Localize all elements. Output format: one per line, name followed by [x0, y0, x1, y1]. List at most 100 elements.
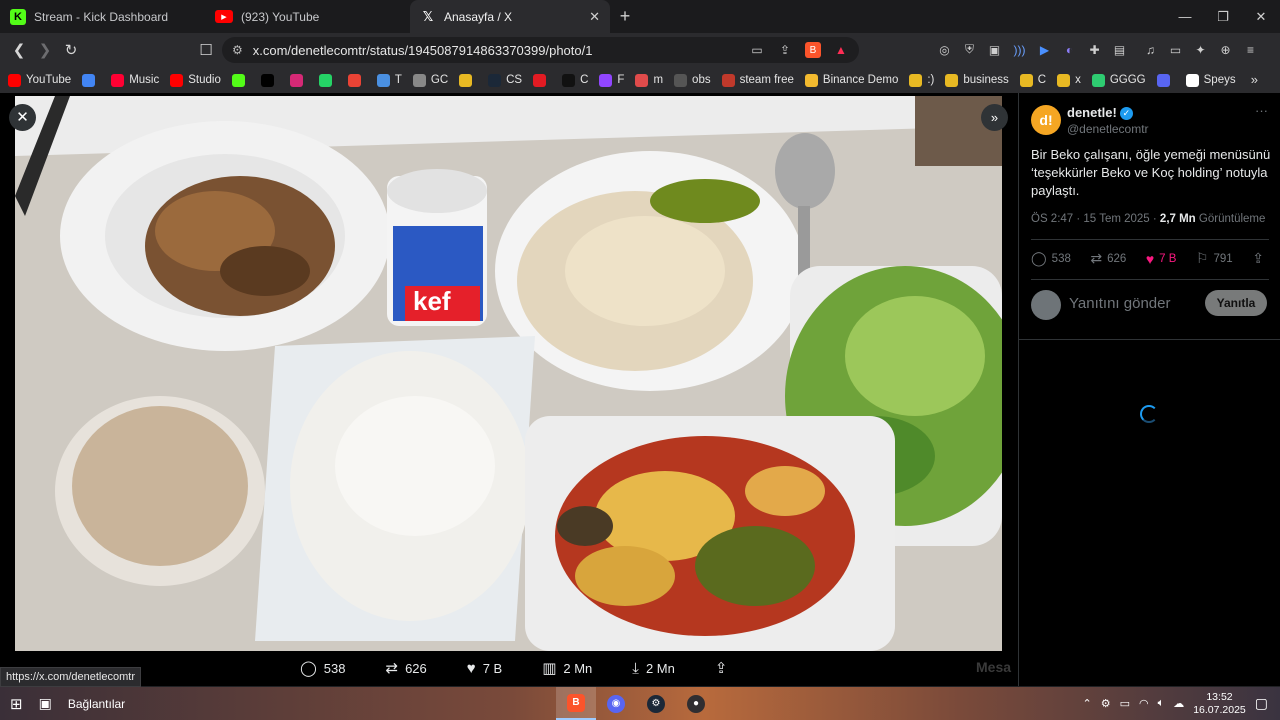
window-extension-icon[interactable]: ▣ — [986, 41, 1003, 58]
new-tab-button[interactable]: + — [610, 6, 640, 27]
steam-tray-icon[interactable]: ⚙ — [1101, 697, 1111, 710]
address-bar[interactable]: ⚙ x.com/denetlecomtr/status/194508791486… — [222, 37, 859, 63]
bookmark-item[interactable]: Binance Demo — [804, 73, 898, 87]
extensions-puzzle-icon[interactable]: ✚ — [1086, 41, 1103, 58]
share-action[interactable]: ⇪ — [715, 659, 735, 677]
avatar[interactable]: d! — [1031, 105, 1061, 135]
wifi-icon[interactable]: ◠ — [1139, 697, 1149, 710]
like-action[interactable]: ♥ 7 B — [467, 659, 502, 677]
bookmark-stat[interactable]: ⚐ 791 — [1196, 250, 1233, 267]
cast-icon[interactable]: ▭ — [749, 42, 765, 58]
bookmark-item[interactable]: :) — [909, 73, 934, 87]
download-action[interactable]: ⤓ 2 Mn — [632, 659, 675, 677]
bookmark-item[interactable]: m — [635, 73, 664, 87]
expand-sidebar-icon[interactable]: » — [981, 104, 1008, 131]
tweet-timestamp[interactable]: ÖS 2:47 · 15 Tem 2025 · — [1031, 213, 1160, 225]
repost-action[interactable]: ⇄ 626 — [386, 659, 427, 677]
audio-extension-icon[interactable]: ))) — [1011, 41, 1028, 58]
ai-extension-icon[interactable]: ◐ — [1061, 41, 1078, 58]
folder-icon — [1057, 73, 1071, 87]
bookmark-item[interactable] — [260, 73, 279, 87]
shield-extension-icon[interactable]: ⛨ — [961, 41, 978, 58]
bookmark-item[interactable] — [459, 73, 477, 87]
volume-icon[interactable]: 🔈︎ — [1158, 697, 1165, 710]
reply-button[interactable]: Yanıtla — [1205, 290, 1267, 316]
share-stat[interactable]: ⇪ — [1252, 250, 1269, 267]
bookmark-item[interactable]: GGGG — [1091, 73, 1146, 87]
wallet-icon[interactable]: ▭ — [1167, 41, 1184, 58]
more-options-icon[interactable]: ··· — [1255, 103, 1268, 118]
taskbar-steam[interactable]: ⚙ — [636, 687, 676, 720]
bookmark-item[interactable]: Music — [111, 73, 159, 87]
task-view-icon[interactable]: ▣ — [39, 695, 52, 712]
bookmark-item[interactable]: F — [599, 73, 624, 87]
taskbar-discord[interactable]: ◉ — [596, 687, 636, 720]
bookmark-item[interactable] — [231, 73, 250, 87]
bookmark-item[interactable]: YouTube — [8, 73, 71, 87]
bookmark-item[interactable]: business — [945, 73, 1009, 87]
tray-overflow-icon[interactable]: ⌃ — [1082, 697, 1091, 710]
globe-icon — [412, 73, 426, 87]
bookmark-item[interactable]: C — [562, 73, 588, 87]
bookmark-label: m — [653, 74, 664, 86]
bookmark-item[interactable] — [1156, 73, 1175, 87]
bookmark-item[interactable]: GC — [412, 73, 448, 87]
bookmark-item[interactable]: T — [376, 73, 402, 87]
bookmark-item[interactable]: x — [1057, 73, 1081, 87]
tab-youtube[interactable]: ▶ (923) YouTube — [205, 0, 410, 33]
glasses-extension-icon[interactable]: ◎ — [936, 41, 953, 58]
repost-stat[interactable]: ⇄ 626 — [1090, 250, 1126, 267]
media-icon[interactable]: ♫ — [1142, 41, 1159, 58]
brave-rewards-icon[interactable]: ▲ — [833, 42, 849, 58]
site-info-icon[interactable]: ⚙ — [232, 43, 243, 57]
bookmark-item[interactable] — [289, 73, 308, 87]
back-button[interactable]: ❮ — [6, 41, 32, 59]
author-handle[interactable]: @denetlecomtr — [1067, 122, 1149, 136]
taskbar-brave[interactable]: B — [556, 687, 596, 720]
author-name[interactable]: denetle! ✓ — [1067, 105, 1133, 120]
bookmark-item[interactable] — [318, 73, 337, 87]
maximize-button[interactable]: ❐ — [1204, 0, 1242, 33]
vpn-icon[interactable]: ⊕ — [1217, 41, 1234, 58]
bookmark-item[interactable] — [347, 73, 366, 87]
bookmark-item[interactable]: obs — [674, 73, 711, 87]
bookmark-item[interactable]: Speys — [1185, 73, 1236, 87]
bookmark-item[interactable]: CS — [488, 73, 522, 87]
leaf-icon — [1091, 73, 1105, 87]
share-icon[interactable]: ⇪ — [777, 42, 793, 58]
menu-icon[interactable]: ≡ — [1242, 41, 1259, 58]
leo-ai-icon[interactable]: ✦ — [1192, 41, 1209, 58]
like-stat[interactable]: ♥ 7 B — [1146, 250, 1177, 267]
notifications-icon[interactable]: ▢ — [1255, 695, 1268, 712]
brave-shields-icon[interactable]: B — [805, 42, 821, 58]
clock[interactable]: 13:52 16.07.2025 — [1193, 691, 1246, 717]
close-viewer-icon[interactable]: ✕ — [9, 104, 36, 131]
close-tab-icon[interactable]: ✕ — [589, 9, 600, 25]
reply-action[interactable]: ◯ 538 — [300, 659, 346, 677]
cloud-icon[interactable]: ☁︎ — [1173, 697, 1184, 710]
bookmark-item[interactable]: C — [1019, 73, 1046, 87]
cursor-extension-icon[interactable]: ▶ — [1036, 41, 1053, 58]
close-window-button[interactable]: ✕ — [1242, 0, 1280, 33]
reload-button[interactable]: ↻ — [58, 41, 84, 59]
bookmark-item[interactable] — [533, 73, 551, 87]
reader-icon[interactable]: ▤ — [1111, 41, 1128, 58]
tab-x-home[interactable]: 𝕏 Anasayfa / X ✕ — [410, 0, 610, 33]
views-action[interactable]: ▥ 2 Mn — [542, 659, 592, 677]
tab-kick[interactable]: K Stream - Kick Dashboard — [0, 0, 205, 33]
author-name-text: denetle! — [1067, 105, 1117, 120]
widgets-label[interactable]: Bağlantılar — [68, 697, 125, 711]
minimize-button[interactable]: — — [1166, 0, 1204, 33]
windows-start-icon[interactable]: ⊞ — [10, 695, 23, 713]
battery-icon[interactable]: ▭ — [1120, 697, 1130, 710]
bookmark-item[interactable]: Studio — [170, 73, 221, 87]
reply-input[interactable]: Yanıtını gönder — [1069, 295, 1170, 312]
reply-stat[interactable]: ◯ 538 — [1031, 250, 1071, 267]
taskbar-obs[interactable]: ● — [676, 687, 716, 720]
bookmarks-overflow-icon[interactable]: » — [1251, 72, 1258, 87]
bookmark-item[interactable]: steam free — [721, 73, 794, 87]
forward-button[interactable]: ❯ — [32, 41, 58, 59]
bookmark-item[interactable] — [82, 73, 100, 87]
bookmark-page-icon[interactable]: ☐ — [193, 41, 219, 59]
tweet-photo[interactable]: kef — [15, 96, 1002, 651]
